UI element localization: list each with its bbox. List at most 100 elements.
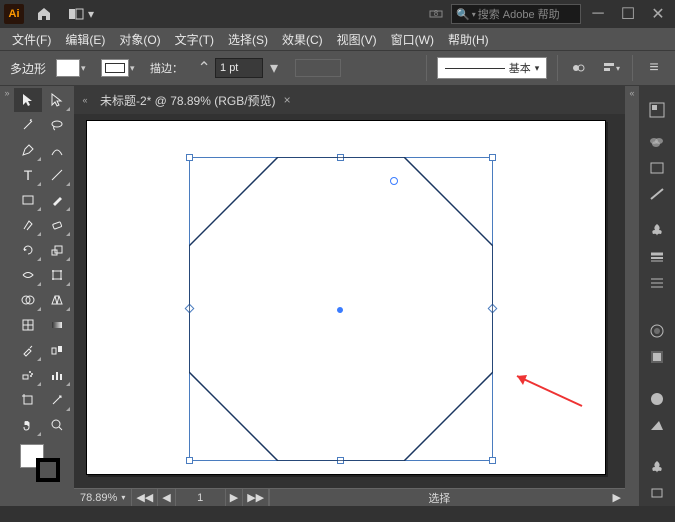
stroke-indicator[interactable] [36, 458, 60, 482]
artboard-number[interactable]: 1 [176, 489, 226, 506]
artboard[interactable] [86, 120, 606, 475]
document-tab[interactable]: 未标题-2* @ 78.89% (RGB/预览) × [92, 88, 299, 113]
graphic-style-preset[interactable]: 基本 ▾ [437, 57, 547, 79]
align-panel-icon[interactable] [639, 412, 675, 438]
shape-builder-tool[interactable] [14, 288, 42, 312]
artboard-nav: ◀◀ ◀ 1 ▶ ▶▶ [132, 489, 270, 506]
blend-tool[interactable] [43, 338, 71, 362]
zoom-tool[interactable] [43, 413, 71, 437]
search-dropdown-icon: ▾ [472, 10, 476, 19]
properties-panel-icon[interactable] [639, 92, 675, 127]
svg-text:T: T [24, 168, 33, 182]
divider [426, 55, 427, 81]
pathfinder-panel-icon[interactable] [639, 454, 675, 480]
fill-dropdown-icon[interactable]: ▾ [81, 63, 91, 74]
menu-window[interactable]: 窗口(W) [385, 29, 440, 50]
hand-tool[interactable] [14, 413, 42, 437]
symbols-panel-icon[interactable] [639, 217, 675, 243]
symbol-sprayer-tool[interactable] [14, 363, 42, 387]
width-tool[interactable] [14, 263, 42, 287]
pen-tool[interactable] [14, 138, 42, 162]
minimize-button[interactable]: ─ [585, 4, 611, 24]
nav-next-button[interactable]: ▶ [226, 489, 243, 506]
mesh-tool[interactable] [14, 313, 42, 337]
menu-help[interactable]: 帮助(H) [442, 29, 495, 50]
fill-swatch[interactable] [56, 59, 80, 77]
type-tool[interactable]: T [14, 163, 42, 187]
menu-object[interactable]: 对象(O) [113, 29, 166, 50]
zoom-level[interactable]: 78.89% ▾ [74, 489, 132, 506]
tab-nav-left[interactable]: « [78, 93, 92, 107]
stroke-dropdown-icon[interactable]: ▾ [130, 63, 140, 74]
titlebar: Ai ▾ 8 🔍 ▾ 搜索 Adobe 帮助 ─ ☐ ✕ [0, 0, 675, 28]
free-transform-tool[interactable] [43, 263, 71, 287]
status-nav-right[interactable]: ▶ [609, 491, 625, 504]
svg-text:8: 8 [434, 9, 439, 18]
menu-view[interactable]: 视图(V) [331, 29, 383, 50]
search-input[interactable]: 🔍 ▾ 搜索 Adobe 帮助 [451, 4, 581, 24]
column-graph-tool[interactable] [43, 363, 71, 387]
panels-toggle[interactable]: « [625, 86, 639, 100]
panel-menu-icon[interactable]: ≡ [643, 58, 665, 78]
nav-last-button[interactable]: ▶▶ [243, 489, 269, 506]
lasso-tool[interactable] [43, 113, 71, 137]
canvas-area[interactable] [74, 114, 625, 488]
gradient-tool[interactable] [43, 313, 71, 337]
layers-panel-icon[interactable] [639, 270, 675, 296]
fill-stroke-indicator[interactable] [14, 442, 70, 482]
brushes-panel-icon[interactable] [639, 182, 675, 208]
slice-tool[interactable] [43, 388, 71, 412]
nav-first-button[interactable]: ◀◀ [132, 489, 158, 506]
home-button[interactable] [32, 4, 56, 24]
shaper-tool[interactable] [14, 213, 42, 237]
eyedropper-tool[interactable] [14, 338, 42, 362]
artboard-tool[interactable] [14, 388, 42, 412]
tools-toggle[interactable]: » [0, 86, 14, 100]
maximize-button[interactable]: ☐ [615, 4, 641, 24]
menu-type[interactable]: 文字(T) [169, 29, 220, 50]
menu-file[interactable]: 文件(F) [6, 29, 57, 50]
stroke-swatch[interactable] [101, 59, 129, 77]
status-selection[interactable]: 选择 [270, 490, 608, 506]
search-icon: 🔍 [456, 8, 470, 21]
menu-select[interactable]: 选择(S) [222, 29, 274, 50]
align-button[interactable]: ▾ [600, 58, 622, 78]
stroke-profile[interactable] [295, 59, 341, 77]
opacity-button[interactable] [568, 58, 590, 78]
tools-collapse-col: » [0, 86, 14, 506]
stroke-weight-input[interactable] [215, 58, 263, 78]
scale-tool[interactable] [43, 238, 71, 262]
nav-prev-button[interactable]: ◀ [158, 489, 175, 506]
arrange-doc-icon[interactable]: 8 [425, 4, 447, 24]
stroke-decrease[interactable]: ⌃ [193, 58, 215, 78]
live-corner-widget[interactable] [390, 177, 398, 185]
transparency-panel-icon[interactable] [639, 386, 675, 412]
stroke-weight-dropdown[interactable]: ▾ [263, 58, 285, 78]
annotation-arrow [507, 371, 587, 411]
curvature-tool[interactable] [43, 138, 71, 162]
perspective-tool[interactable] [43, 288, 71, 312]
menubar: 文件(F) 编辑(E) 对象(O) 文字(T) 选择(S) 效果(C) 视图(V… [0, 28, 675, 50]
menu-edit[interactable]: 编辑(E) [59, 29, 111, 50]
tab-close-button[interactable]: × [284, 93, 291, 107]
rectangle-tool[interactable] [14, 188, 42, 212]
close-button[interactable]: ✕ [645, 4, 671, 24]
menu-effect[interactable]: 效果(C) [276, 29, 329, 50]
options-bar: 多边形 ▾ ▾ 描边： ⌃ ▾ 基本 ▾ ▾ ≡ [0, 50, 675, 86]
selection-tool[interactable] [14, 88, 42, 112]
transform-panel-icon[interactable] [639, 480, 675, 506]
line-tool[interactable] [43, 163, 71, 187]
selection-label: 选择 [428, 490, 450, 506]
graphic-styles-panel-icon[interactable] [639, 344, 675, 370]
magic-wand-tool[interactable] [14, 113, 42, 137]
appearance-panel-icon[interactable] [639, 318, 675, 344]
eraser-tool[interactable] [43, 213, 71, 237]
paintbrush-tool[interactable] [43, 188, 71, 212]
swatches-panel-icon[interactable] [639, 155, 675, 181]
direct-selection-tool[interactable] [43, 88, 71, 112]
chevron-down-icon: ▾ [88, 7, 94, 21]
stroke-panel-icon[interactable] [639, 244, 675, 270]
workspace-switcher[interactable]: ▾ [68, 7, 94, 21]
rotate-tool[interactable] [14, 238, 42, 262]
color-panel-icon[interactable] [639, 128, 675, 154]
